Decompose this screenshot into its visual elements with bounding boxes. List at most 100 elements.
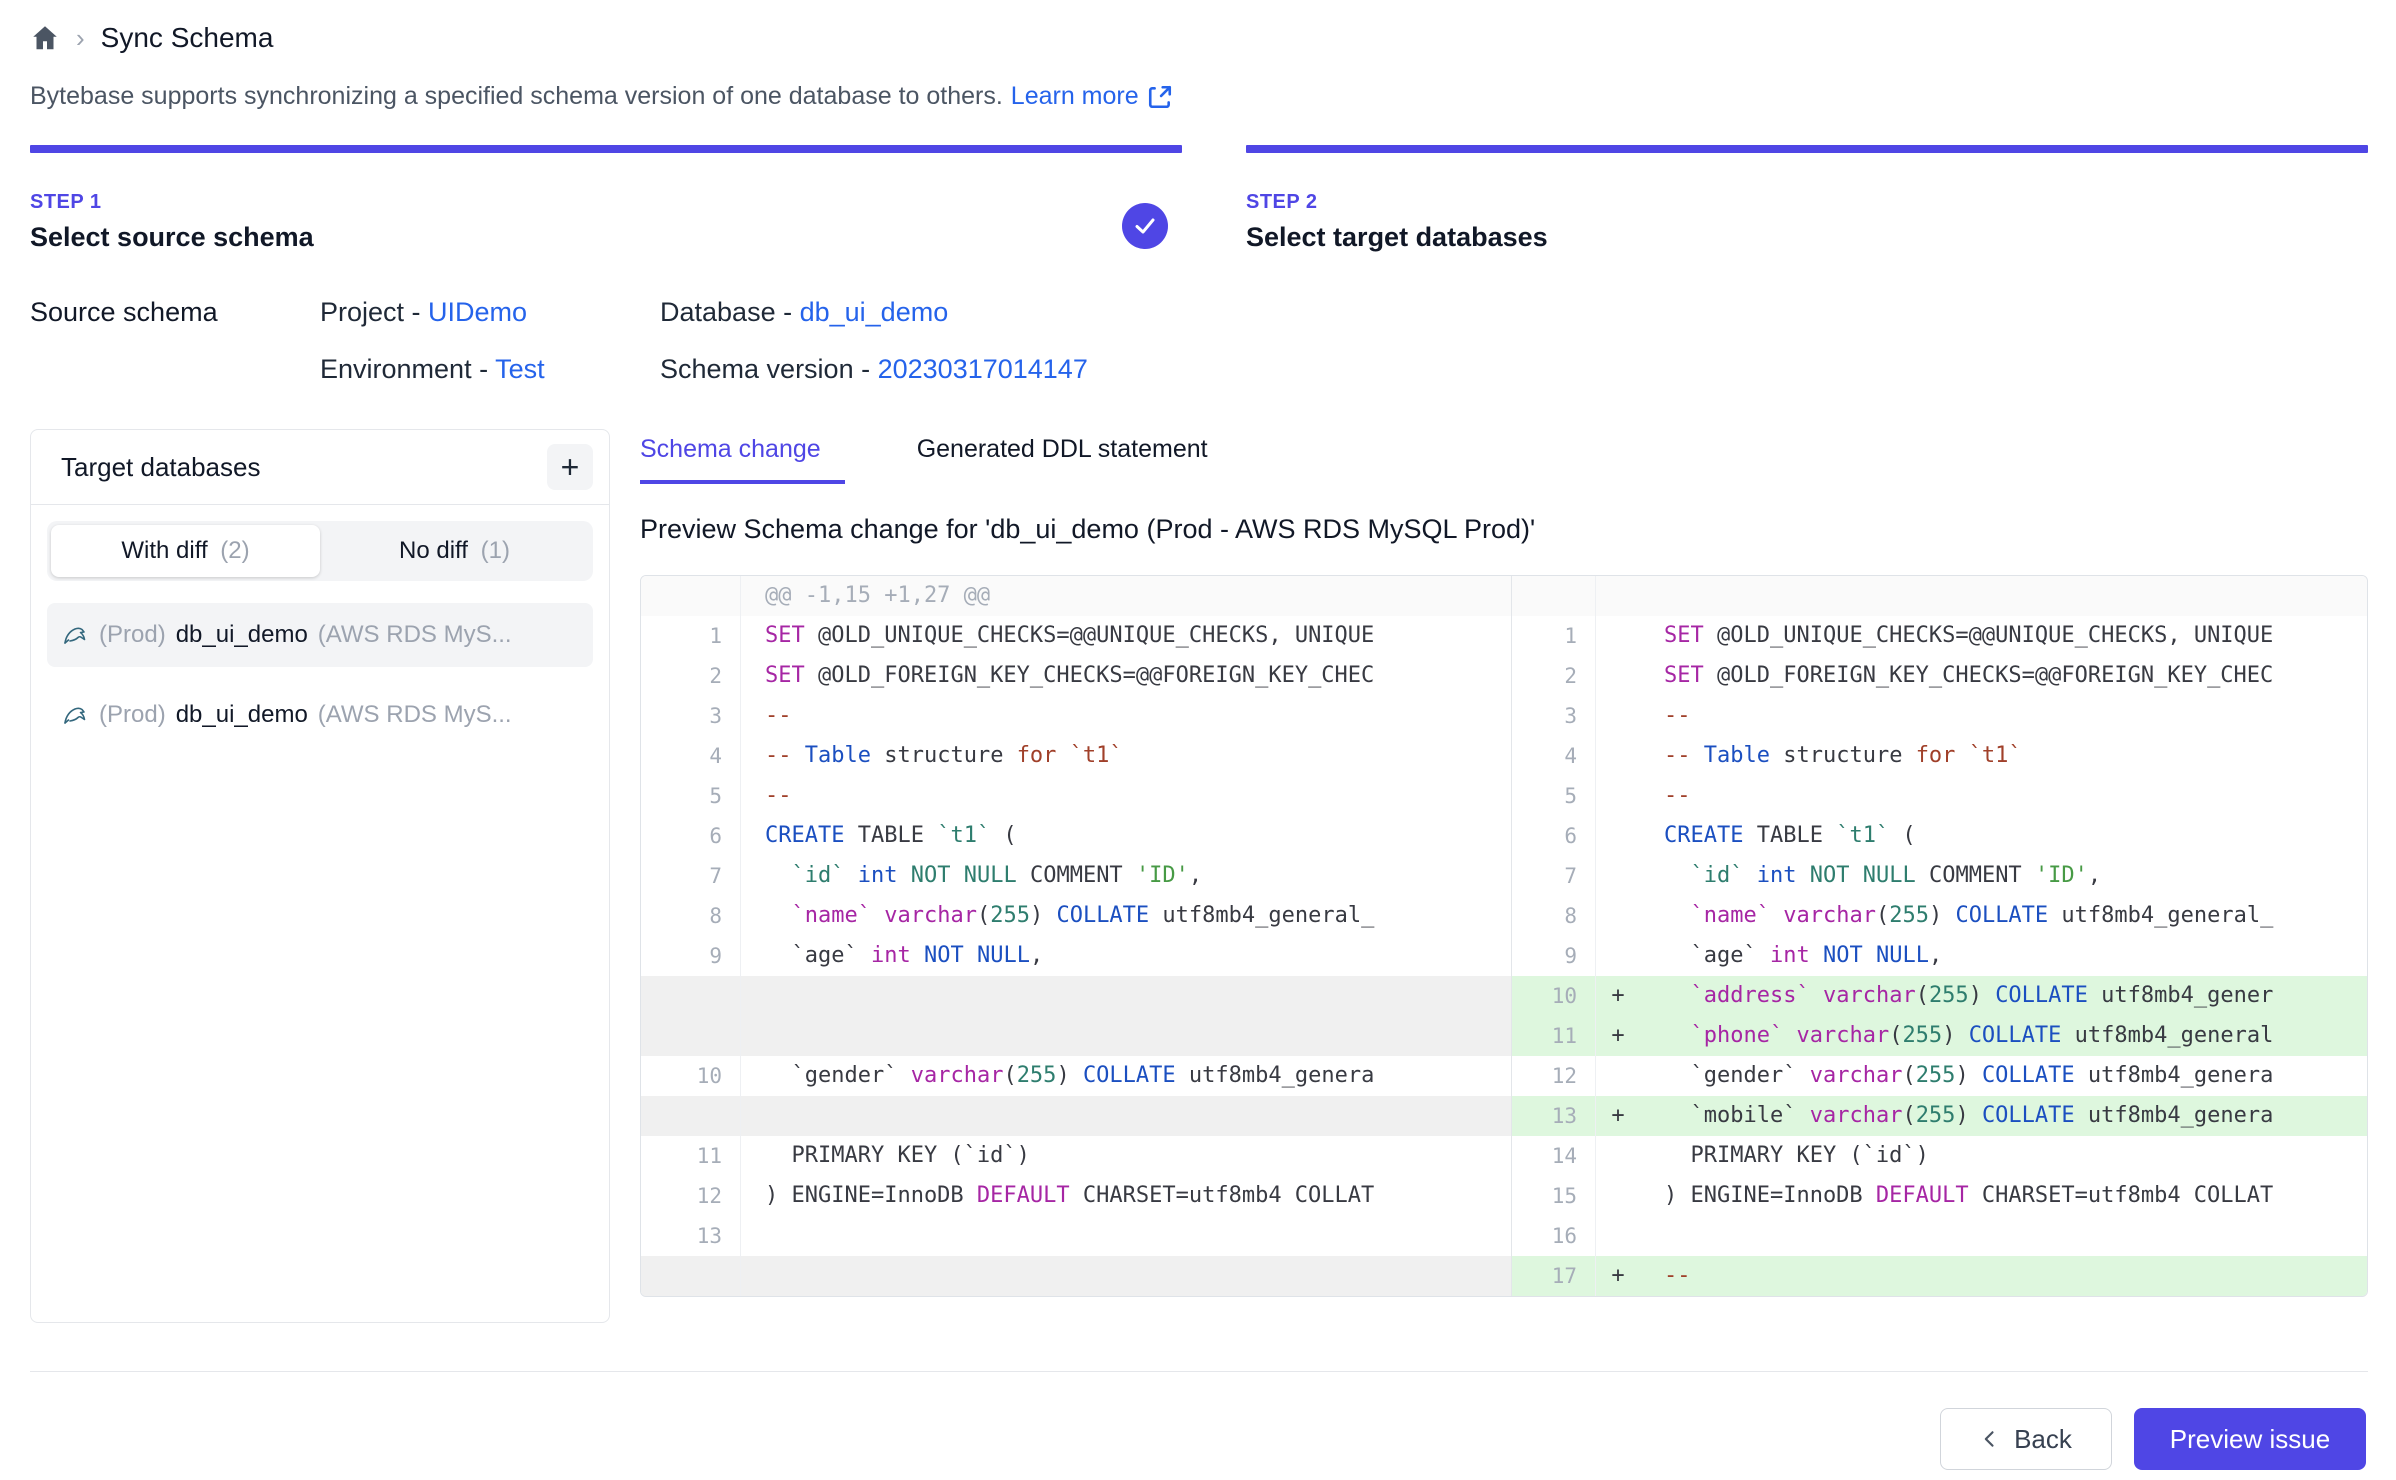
environment-field: Environment - Test xyxy=(320,354,660,385)
diff-line-number: 12 xyxy=(1512,1056,1596,1096)
diff-right-cell: 4-- Table structure for `t1` xyxy=(1511,736,2367,776)
diff-line-number xyxy=(641,1096,741,1136)
schema-version-link[interactable]: 20230317014147 xyxy=(878,354,1088,384)
diff-left-cell xyxy=(641,1256,1511,1296)
database-env: (Prod) xyxy=(99,621,166,649)
home-icon[interactable] xyxy=(30,23,60,53)
diff-line-number: 7 xyxy=(1512,856,1596,896)
diff-code-line: `phone` varchar(255) COLLATE utf8mb4_gen… xyxy=(1640,1016,2367,1056)
diff-line-number: 6 xyxy=(1512,816,1596,856)
diff-code-line: CREATE TABLE `t1` ( xyxy=(741,816,1511,856)
diff-right-cell: 1SET @OLD_UNIQUE_CHECKS=@@UNIQUE_CHECKS,… xyxy=(1511,616,2367,656)
diff-line-number: 11 xyxy=(1512,1016,1596,1056)
diff-line-number: 7 xyxy=(641,856,741,896)
target-databases-header: Target databases + xyxy=(31,430,609,505)
diff-line-number xyxy=(641,1016,741,1056)
tab-no-diff[interactable]: No diff (1) xyxy=(320,525,589,577)
environment-link[interactable]: Test xyxy=(495,354,545,384)
diff-right-cell: 8 `name` varchar(255) COLLATE utf8mb4_ge… xyxy=(1511,896,2367,936)
step-1-label: STEP 1 xyxy=(30,191,1182,214)
diff-right-cell: 9 `age` int NOT NULL, xyxy=(1511,936,2367,976)
database-link[interactable]: db_ui_demo xyxy=(800,297,949,327)
target-databases-panel: Target databases + With diff (2) No diff… xyxy=(30,429,610,1323)
diff-line-number xyxy=(641,1256,741,1296)
mysql-icon xyxy=(61,621,89,649)
diff-line-number: 8 xyxy=(641,896,741,936)
diff-code-line: SET @OLD_UNIQUE_CHECKS=@@UNIQUE_CHECKS, … xyxy=(1640,616,2367,656)
diff-code-line: -- xyxy=(1640,1256,2367,1296)
diff-row: 10+ `address` varchar(255) COLLATE utf8m… xyxy=(641,976,2367,1016)
diff-right-cell: 11+ `phone` varchar(255) COLLATE utf8mb4… xyxy=(1511,1016,2367,1056)
diff-code-line: `gender` varchar(255) COLLATE utf8mb4_ge… xyxy=(741,1056,1511,1096)
database-env: (Prod) xyxy=(99,701,166,729)
diff-add-marker xyxy=(1596,616,1640,656)
diff-code-line: `name` varchar(255) COLLATE utf8mb4_gene… xyxy=(741,896,1511,936)
external-link-icon xyxy=(1147,84,1173,110)
step-1-progress-bar xyxy=(30,145,1182,153)
diff-left-cell: 10 `gender` varchar(255) COLLATE utf8mb4… xyxy=(641,1056,1511,1096)
diff-row: 7 `id` int NOT NULL COMMENT 'ID',7 `id` … xyxy=(641,856,2367,896)
back-button[interactable]: Back xyxy=(1940,1408,2112,1470)
diff-line-number xyxy=(641,576,741,616)
tab-with-diff-count: (2) xyxy=(220,537,249,564)
tab-schema-change[interactable]: Schema change xyxy=(640,435,845,484)
diff-row: 2SET @OLD_FOREIGN_KEY_CHECKS=@@FOREIGN_K… xyxy=(641,656,2367,696)
diff-row: 10 `gender` varchar(255) COLLATE utf8mb4… xyxy=(641,1056,2367,1096)
step-1: STEP 1 Select source schema xyxy=(30,145,1182,253)
diff-add-marker xyxy=(1596,1136,1640,1176)
diff-row: 6CREATE TABLE `t1` (6CREATE TABLE `t1` ( xyxy=(641,816,2367,856)
tab-with-diff[interactable]: With diff (2) xyxy=(51,525,320,577)
learn-more-link[interactable]: Learn more xyxy=(1011,82,1173,111)
check-icon xyxy=(1133,214,1157,238)
back-button-label: Back xyxy=(2014,1424,2072,1455)
database-item[interactable]: (Prod)db_ui_demo(AWS RDS MyS... xyxy=(47,683,593,747)
database-item[interactable]: (Prod)db_ui_demo(AWS RDS MyS... xyxy=(47,603,593,667)
tab-generated-ddl[interactable]: Generated DDL statement xyxy=(917,435,1208,484)
diff-code-line: `id` int NOT NULL COMMENT 'ID', xyxy=(741,856,1511,896)
diff-left-cell: 8 `name` varchar(255) COLLATE utf8mb4_ge… xyxy=(641,896,1511,936)
step-1-title: Select source schema xyxy=(30,222,1182,253)
preview-title: Preview Schema change for 'db_ui_demo (P… xyxy=(640,514,2368,545)
preview-issue-button[interactable]: Preview issue xyxy=(2134,1408,2366,1470)
diff-code-line: -- xyxy=(1640,776,2367,816)
diff-row: 9 `age` int NOT NULL,9 `age` int NOT NUL… xyxy=(641,936,2367,976)
diff-line-number: 3 xyxy=(641,696,741,736)
diff-code-line: ) ENGINE=InnoDB DEFAULT CHARSET=utf8mb4 … xyxy=(741,1176,1511,1216)
diff-code-line: -- xyxy=(1640,696,2367,736)
diff-left-cell xyxy=(641,1096,1511,1136)
diff-line-number: 2 xyxy=(1512,656,1596,696)
diff-left-cell: 1SET @OLD_UNIQUE_CHECKS=@@UNIQUE_CHECKS,… xyxy=(641,616,1511,656)
diff-code-line: -- xyxy=(741,776,1511,816)
diff-line-number: 12 xyxy=(641,1176,741,1216)
diff-row: 3--3-- xyxy=(641,696,2367,736)
schema-version-field: Schema version - 20230317014147 xyxy=(660,354,2368,385)
diff-add-marker xyxy=(1596,936,1640,976)
diff-add-marker xyxy=(1596,696,1640,736)
database-instance: (AWS RDS MyS... xyxy=(318,701,512,729)
learn-more-label: Learn more xyxy=(1011,82,1139,111)
project-field: Project - UIDemo xyxy=(320,297,660,328)
step-1-completed-badge xyxy=(1122,203,1168,249)
diff-line-number: 4 xyxy=(1512,736,1596,776)
add-database-button[interactable]: + xyxy=(547,444,593,490)
diff-left-cell: 3-- xyxy=(641,696,1511,736)
diff-line-number: 11 xyxy=(641,1136,741,1176)
diff-left-cell: @@ -1,15 +1,27 @@ xyxy=(641,576,1511,616)
diff-right-cell xyxy=(1511,576,2367,616)
diff-line-number xyxy=(1512,576,1596,616)
diff-left-cell: 11 PRIMARY KEY (`id`) xyxy=(641,1136,1511,1176)
diff-code-line xyxy=(741,1256,1511,1296)
project-link[interactable]: UIDemo xyxy=(428,297,527,327)
diff-add-marker xyxy=(1596,856,1640,896)
tab-no-diff-count: (1) xyxy=(481,537,510,564)
diff-right-cell: 12 `gender` varchar(255) COLLATE utf8mb4… xyxy=(1511,1056,2367,1096)
breadcrumb: › Sync Schema xyxy=(30,18,2368,58)
diff-left-cell: 7 `id` int NOT NULL COMMENT 'ID', xyxy=(641,856,1511,896)
diff-line-number: 1 xyxy=(641,616,741,656)
diff-code-line: `name` varchar(255) COLLATE utf8mb4_gene… xyxy=(1640,896,2367,936)
diff-line-number: 14 xyxy=(1512,1136,1596,1176)
diff-line-number: 4 xyxy=(641,736,741,776)
diff-code-line: `address` varchar(255) COLLATE utf8mb4_g… xyxy=(1640,976,2367,1016)
tab-no-diff-label: No diff xyxy=(399,537,468,564)
diff-code-line xyxy=(741,1216,1511,1256)
